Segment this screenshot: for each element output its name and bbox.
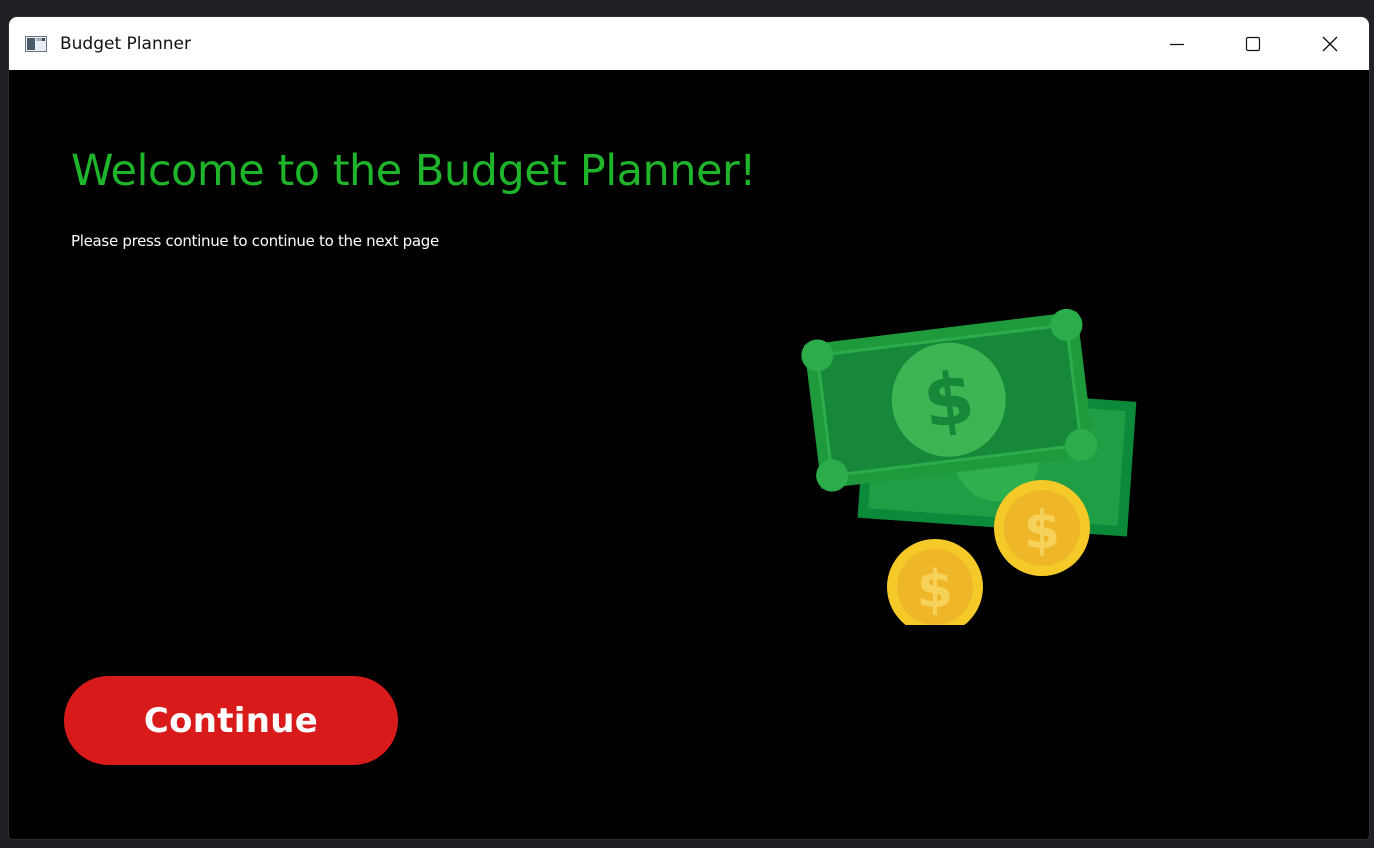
- svg-text:$: $: [1024, 501, 1060, 561]
- minimize-button[interactable]: [1147, 17, 1207, 70]
- title-bar: Budget Planner: [9, 17, 1369, 70]
- svg-text:$: $: [917, 560, 953, 620]
- maximize-icon: [1245, 36, 1261, 51]
- window-title: Budget Planner: [60, 34, 191, 54]
- close-button[interactable]: [1300, 17, 1360, 70]
- app-icon: [25, 36, 47, 52]
- continue-button[interactable]: Continue: [64, 676, 398, 765]
- svg-text:$: $: [919, 355, 979, 444]
- welcome-heading: Welcome to the Budget Planner!: [71, 146, 756, 196]
- close-icon: [1322, 36, 1338, 51]
- maximize-button[interactable]: [1223, 17, 1283, 70]
- coin-left: $: [887, 539, 983, 625]
- app-window: Budget Planner Welcome to the Budget Pla…: [9, 17, 1369, 839]
- money-illustration: $ $ $: [801, 308, 1137, 625]
- coin-right: $: [994, 480, 1090, 576]
- instruction-text: Please press continue to continue to the…: [71, 232, 439, 250]
- minimize-icon: [1170, 43, 1184, 45]
